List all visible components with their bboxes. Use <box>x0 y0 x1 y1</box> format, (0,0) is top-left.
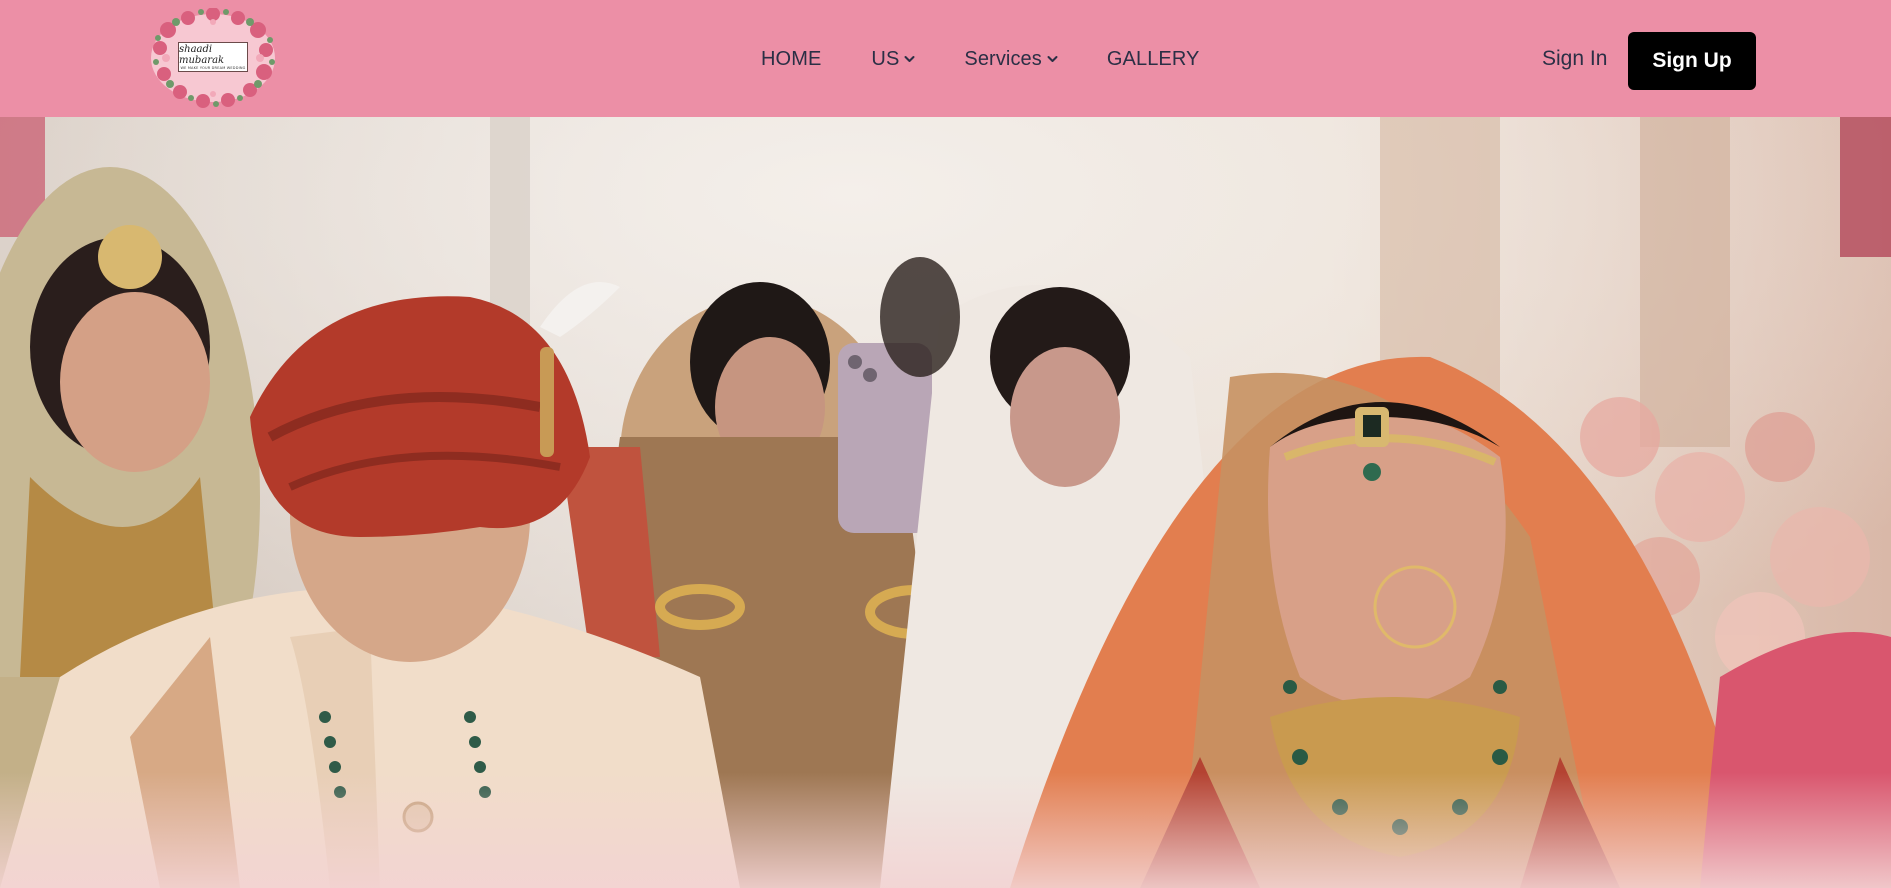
logo-label-box: shaadi mubarak WE MAKE YOUR DREAM WEDDIN… <box>178 42 248 72</box>
chevron-down-icon <box>1047 56 1058 62</box>
nav-us[interactable]: US <box>871 48 915 71</box>
site-header: shaadi mubarak WE MAKE YOUR DREAM WEDDIN… <box>0 0 1891 117</box>
nav-services[interactable]: Services <box>964 48 1058 71</box>
nav-services-label: Services <box>964 47 1042 70</box>
nav-home[interactable]: HOME <box>761 48 821 71</box>
nav-gallery[interactable]: GALLERY <box>1107 48 1200 71</box>
logo-tagline: WE MAKE YOUR DREAM WEDDING <box>180 65 246 70</box>
hero-wedding-photo <box>0 117 1891 888</box>
chevron-down-icon <box>904 56 915 62</box>
nav-home-label: HOME <box>761 47 822 70</box>
nav-us-label: US <box>871 47 900 70</box>
brand-logo[interactable]: shaadi mubarak WE MAKE YOUR DREAM WEDDIN… <box>146 8 280 108</box>
sign-in-link[interactable]: Sign In <box>1542 47 1607 71</box>
main-nav: HOME US Services GALLERY <box>761 44 1200 74</box>
sign-up-button[interactable]: Sign Up <box>1628 32 1756 90</box>
nav-gallery-label: GALLERY <box>1106 47 1200 70</box>
logo-script-text: shaadi mubarak <box>179 43 225 66</box>
wedding-photo-image <box>0 117 1891 888</box>
